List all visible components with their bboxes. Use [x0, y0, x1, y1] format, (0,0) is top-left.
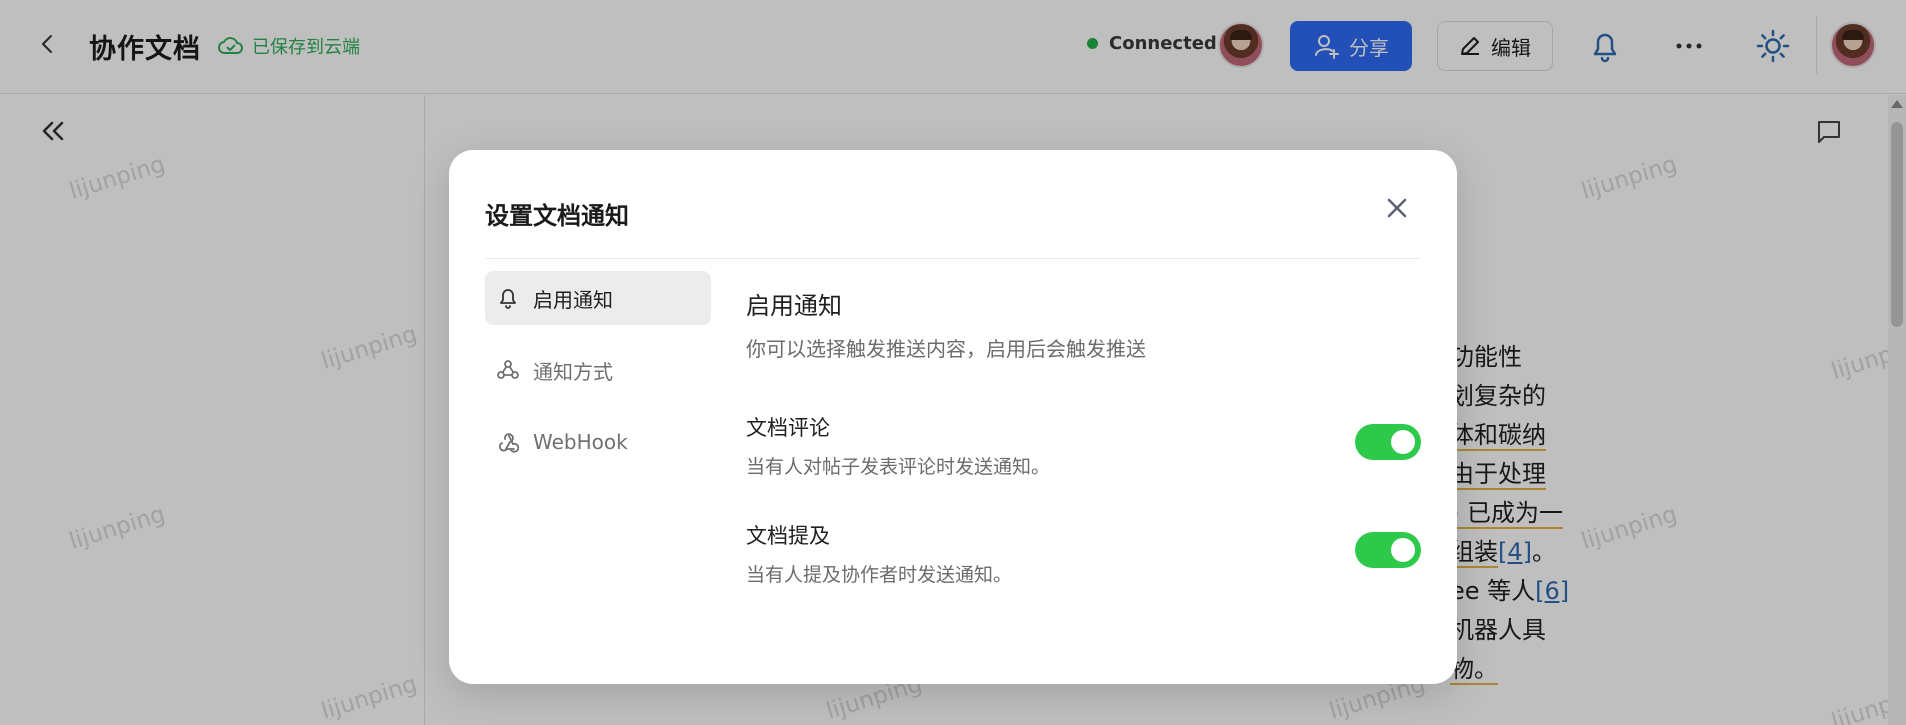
menu-item-enable-notifications[interactable]: 启用通知 — [485, 271, 711, 325]
menu-item-webhook[interactable]: WebHook — [485, 415, 711, 469]
settings-section: 启用通知 你可以选择触发推送内容，启用后会触发推送 — [746, 286, 1421, 362]
menu-item-label: 通知方式 — [533, 359, 613, 384]
bell-icon — [497, 287, 519, 309]
menu-item-label: 启用通知 — [533, 287, 613, 312]
doc-comments-toggle[interactable] — [1355, 424, 1421, 460]
close-dialog-button[interactable] — [1379, 190, 1415, 226]
doc-mentions-toggle[interactable] — [1355, 532, 1421, 568]
notification-settings-dialog: 设置文档通知 启用通知 通知方式 WebHook 启用通知 你可以选择触发推送内… — [449, 150, 1457, 684]
dialog-divider — [485, 258, 1421, 259]
setting-description: 当有人对帖子发表评论时发送通知。 — [746, 456, 1051, 478]
menu-item-label: WebHook — [533, 430, 628, 454]
setting-label: 文档评论 — [746, 416, 830, 440]
close-icon — [1387, 198, 1407, 218]
section-description: 你可以选择触发推送内容，启用后会触发推送 — [746, 337, 1146, 361]
share-nodes-icon — [497, 359, 519, 381]
setting-doc-comments: 文档评论 当有人对帖子发表评论时发送通知。 — [746, 412, 1421, 482]
setting-label: 文档提及 — [746, 524, 830, 548]
webhook-icon — [497, 431, 519, 453]
setting-description: 当有人提及协作者时发送通知。 — [746, 564, 1013, 586]
settings-menu: 启用通知 通知方式 WebHook — [485, 271, 711, 487]
menu-item-notification-method[interactable]: 通知方式 — [485, 343, 711, 397]
section-title: 启用通知 — [746, 292, 842, 320]
setting-doc-mentions: 文档提及 当有人提及协作者时发送通知。 — [746, 520, 1421, 590]
dialog-title: 设置文档通知 — [485, 202, 629, 230]
